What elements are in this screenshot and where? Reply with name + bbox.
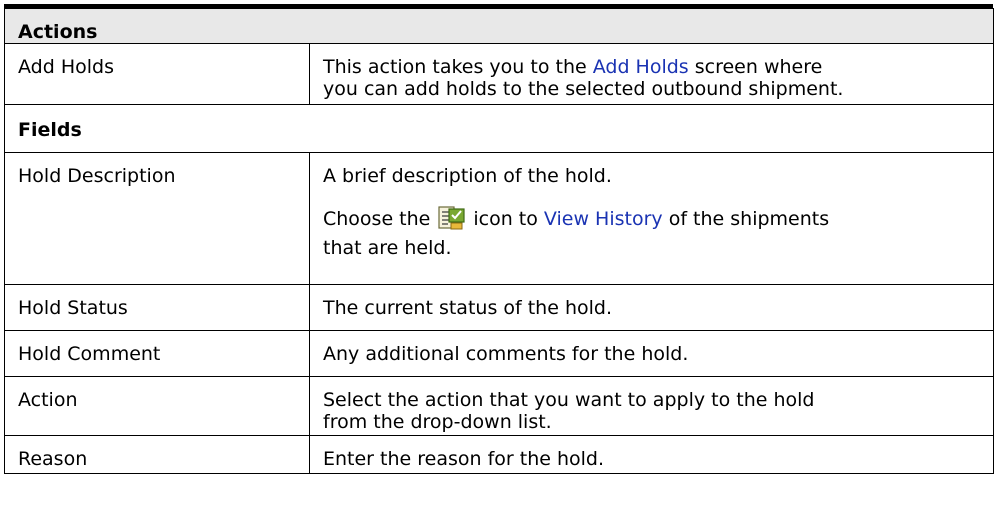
table-row: Reason Enter the reason for the hold. — [4, 435, 995, 474]
field-name: Hold Status — [4, 284, 310, 331]
field-description: Select the action that you want to apply… — [308, 376, 995, 436]
action-description: This action takes you to the Add Holds s… — [308, 43, 995, 105]
field-description: The current status of the hold. — [308, 284, 995, 331]
view-history-icon[interactable] — [438, 206, 466, 230]
desc-text: screen where — [688, 56, 823, 78]
desc-paragraph: Choose the icon to View History of the s… — [323, 206, 993, 259]
table-row: Hold Comment Any additional comments for… — [4, 330, 995, 377]
field-description: Enter the reason for the hold. — [308, 435, 995, 474]
desc-text: Select the action that you want to apply… — [323, 389, 815, 411]
section-title-actions: Actions — [3, 8, 995, 44]
action-name: Add Holds — [4, 43, 310, 105]
desc-text: you can add holds to the selected outbou… — [323, 78, 844, 100]
table-row: Action Select the action that you want t… — [4, 376, 995, 436]
field-description: A brief description of the hold. Choose … — [308, 152, 995, 285]
desc-text: from the drop-down list. — [323, 411, 552, 433]
table-row: Hold Status The current status of the ho… — [4, 284, 995, 331]
table-row: Hold Description A brief description of … — [4, 152, 995, 285]
field-name: Reason — [4, 435, 310, 474]
desc-text: Choose the — [323, 208, 431, 230]
desc-text: This action takes you to the — [323, 56, 593, 78]
table-row: Add Holds This action takes you to the A… — [4, 43, 995, 105]
field-name: Action — [4, 376, 310, 436]
field-name: Hold Comment — [4, 330, 310, 377]
field-name: Hold Description — [4, 152, 310, 285]
section-header-fields: Fields — [3, 104, 995, 153]
field-reference-table: Actions Add Holds This action takes you … — [3, 8, 995, 474]
view-history-link[interactable]: View History — [544, 208, 663, 230]
add-holds-link[interactable]: Add Holds — [593, 56, 689, 78]
desc-text: A brief description of the hold. — [323, 165, 612, 187]
desc-text: icon to — [473, 208, 544, 230]
desc-text: of the shipments — [662, 208, 830, 230]
field-description: Any additional comments for the hold. — [308, 330, 995, 377]
section-header-actions: Actions — [3, 8, 995, 44]
section-title-fields: Fields — [3, 104, 995, 153]
desc-text: that are held. — [323, 237, 452, 259]
